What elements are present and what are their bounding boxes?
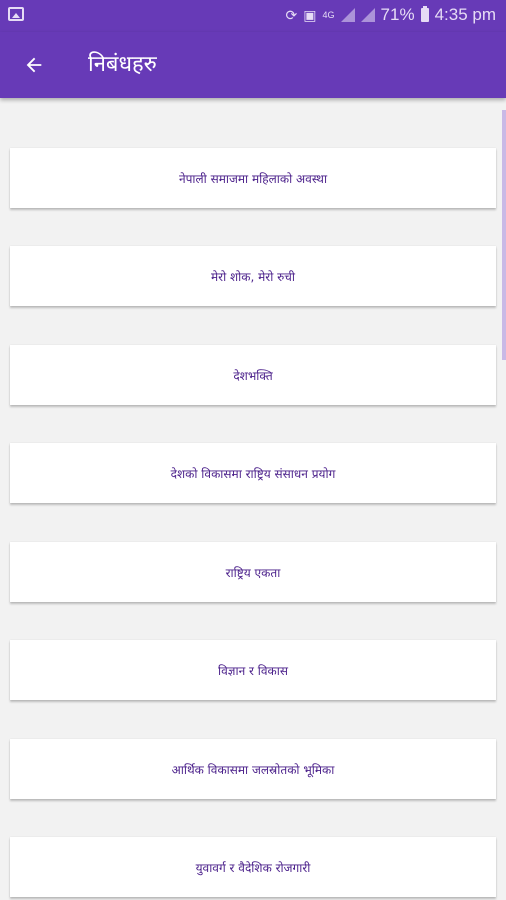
essay-title: नेपाली समाजमा महिलाको अवस्था (178, 171, 328, 186)
status-bar: ⟳ ▣ 4G 71% 4:35 pm (0, 0, 506, 32)
battery-icon (420, 6, 429, 22)
essay-title: देशभक्ति (233, 368, 273, 383)
sync-icon: ⟳ (285, 7, 298, 23)
essay-card[interactable]: युवावर्ग र वैदेशिक रोजगारी (10, 837, 496, 897)
essay-card[interactable]: नेपाली समाजमा महिलाको अवस्था (10, 148, 496, 208)
essay-title: विज्ञान र विकास (218, 663, 288, 678)
battery-percent: 71% (380, 5, 415, 24)
essay-card[interactable]: विज्ञान र विकास (10, 640, 496, 700)
essay-card[interactable]: देशको विकासमा राष्ट्रिय संसाधन प्रयोग (10, 443, 496, 503)
signal-icon-2 (360, 8, 375, 22)
essay-card[interactable]: देशभक्ति (10, 345, 496, 405)
essay-list[interactable]: नेपाली समाजमा महिलाको अवस्था मेरो शोक, म… (0, 98, 506, 900)
essay-title: देशको विकासमा राष्ट्रिय संसाधन प्रयोग (170, 466, 336, 481)
essay-title: युवावर्ग र वैदेशिक रोजगारी (195, 860, 311, 875)
arrow-back-icon (26, 57, 42, 73)
page-title: निबंधहरु (88, 52, 157, 77)
clock: 4:35 pm (434, 5, 496, 24)
network-type-label: 4G (322, 10, 335, 20)
data-saver-icon: ▣ (303, 7, 317, 23)
essay-card[interactable]: राष्ट्रिय एकता (10, 542, 496, 602)
signal-icon (340, 8, 355, 22)
essay-title: आर्थिक विकासमा जलस्रोतको भूमिका (171, 762, 335, 777)
essay-title: राष्ट्रिय एकता (225, 565, 281, 580)
status-icons: ⟳ ▣ 4G 71% 4:35 pm (286, 5, 496, 25)
back-button[interactable] (18, 49, 50, 81)
app-bar: निबंधहरु (0, 32, 506, 98)
essay-title: मेरो शोक, मेरो रुची (210, 269, 296, 284)
essay-card[interactable]: आर्थिक विकासमा जलस्रोतको भूमिका (10, 739, 496, 799)
scrollbar[interactable] (502, 110, 506, 360)
essay-card[interactable]: मेरो शोक, मेरो रुची (10, 246, 496, 306)
image-notification-icon (8, 7, 24, 21)
